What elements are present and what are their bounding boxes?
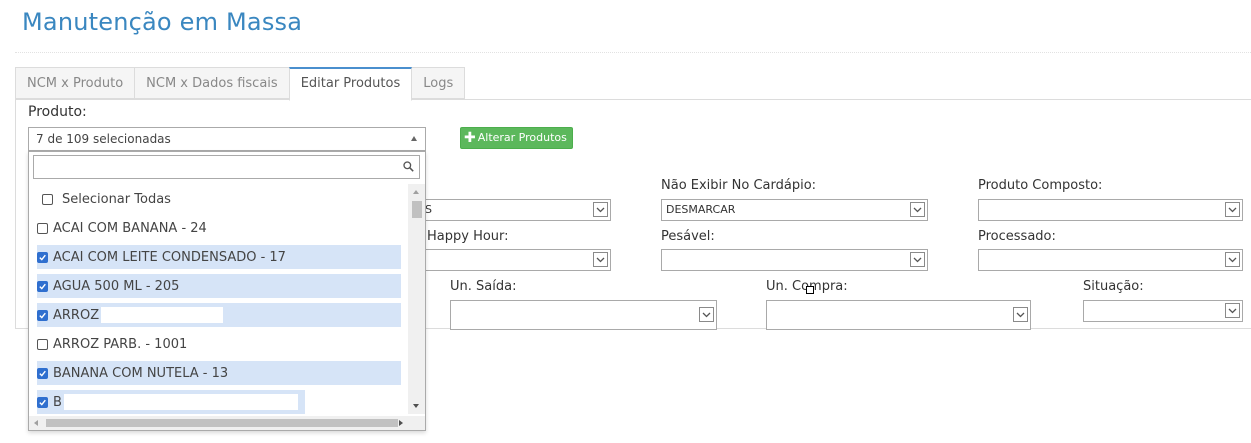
- produto-composto-select[interactable]: [978, 199, 1243, 221]
- first-column-select[interactable]: S: [420, 199, 611, 221]
- product-option[interactable]: ARROZ PARB. - 1001: [37, 332, 401, 356]
- product-multiselect[interactable]: 7 de 109 selecionadas: [28, 127, 426, 151]
- chevron-down-icon: [1013, 307, 1028, 322]
- pesavel-select[interactable]: [661, 249, 928, 271]
- chevron-down-icon: [699, 307, 714, 322]
- scroll-down-arrow-icon[interactable]: [413, 404, 419, 408]
- chevron-down-icon: [593, 252, 608, 267]
- checkbox-checked-icon[interactable]: [37, 251, 48, 263]
- chevron-down-icon: [1225, 202, 1240, 217]
- scroll-left-arrow-icon[interactable]: [34, 420, 38, 426]
- vertical-scroll-thumb[interactable]: [412, 201, 422, 218]
- product-option-label: ARROZ PARB. - 1001: [53, 336, 188, 352]
- checkbox-checked-icon[interactable]: [37, 367, 48, 379]
- tab-ncm-dados-fiscais[interactable]: NCM x Dados fiscais: [134, 67, 290, 99]
- product-option-label: BANANA COM NUTELA - 13: [53, 365, 229, 381]
- tab-ncm-produto[interactable]: NCM x Produto: [15, 67, 136, 99]
- product-search-input[interactable]: [33, 155, 420, 179]
- alter-products-button[interactable]: ✚ Alterar Produtos: [460, 127, 573, 149]
- product-option-label: ARROZ: [53, 307, 100, 323]
- checkbox-unchecked-icon[interactable]: [42, 193, 53, 205]
- product-option-label: B: [53, 394, 62, 410]
- product-option[interactable]: ACAI COM BANANA - 24: [37, 216, 401, 240]
- chevron-down-icon: [910, 252, 925, 267]
- page-title: Manutenção em Massa: [22, 8, 303, 36]
- situacao-select[interactable]: [1083, 300, 1243, 322]
- un-saida-select[interactable]: [450, 300, 717, 330]
- vertical-scrollbar[interactable]: [408, 184, 425, 414]
- product-label: Produto:: [28, 104, 87, 120]
- redacted-text: [101, 307, 224, 323]
- product-option[interactable]: ACAI COM LEITE CONDENSADO - 17: [37, 245, 401, 269]
- product-option[interactable]: BANANA COM NUTELA - 13: [37, 361, 401, 385]
- happy-hour-label: Happy Hour:: [427, 229, 509, 244]
- product-option-list: Selecionar Todas ACAI COM BANANA - 24 AC…: [29, 184, 409, 414]
- tab-bar: NCM x Produto NCM x Dados fiscais Editar…: [15, 67, 466, 101]
- processado-label: Processado:: [978, 229, 1056, 244]
- first-column-select-value: S: [425, 203, 432, 216]
- product-option[interactable]: B: [37, 390, 305, 414]
- tab-logs[interactable]: Logs: [411, 67, 466, 99]
- product-option[interactable]: AGUA 500 ML - 205: [37, 274, 401, 298]
- checkbox-checked-icon[interactable]: [37, 309, 48, 321]
- checkbox-unchecked-icon[interactable]: [37, 338, 48, 350]
- nao-exibir-label: Não Exibir No Cardápio:: [661, 178, 817, 193]
- alter-products-label: Alterar Produtos: [477, 131, 567, 144]
- product-dropdown: Selecionar Todas ACAI COM BANANA - 24 AC…: [28, 151, 426, 431]
- chevron-down-icon: [593, 202, 608, 217]
- caret-up-icon: [411, 136, 417, 141]
- scroll-up-arrow-icon[interactable]: [413, 190, 419, 194]
- chevron-down-icon: [910, 202, 925, 217]
- nao-exibir-value: DESMARCAR: [666, 203, 736, 216]
- redacted-text: [63, 394, 298, 410]
- processado-select[interactable]: [978, 249, 1243, 271]
- scroll-right-arrow-icon[interactable]: [399, 420, 403, 426]
- checkbox-checked-icon[interactable]: [37, 396, 48, 408]
- nao-exibir-select[interactable]: DESMARCAR: [661, 199, 928, 221]
- produto-composto-label: Produto Composto:: [978, 178, 1103, 193]
- select-all-label: Selecionar Todas: [62, 191, 171, 207]
- select-all-option[interactable]: Selecionar Todas: [37, 187, 401, 211]
- tab-editar-produtos[interactable]: Editar Produtos: [288, 67, 413, 101]
- product-option-label: AGUA 500 ML - 205: [53, 278, 180, 294]
- product-option[interactable]: ARROZ: [37, 303, 401, 327]
- title-divider: [15, 52, 1251, 53]
- mouse-cursor-icon: [806, 286, 814, 294]
- product-selection-summary: 7 de 109 selecionadas: [36, 132, 171, 146]
- horizontal-scrollbar[interactable]: [29, 416, 425, 430]
- un-saida-label: Un. Saída:: [450, 279, 517, 294]
- happy-hour-select[interactable]: [420, 249, 611, 271]
- search-icon: [403, 161, 414, 172]
- product-option-label: ACAI COM BANANA - 24: [53, 220, 207, 236]
- plus-icon: ✚: [464, 130, 476, 146]
- chevron-down-icon: [1225, 252, 1240, 267]
- product-option-label: ACAI COM LEITE CONDENSADO - 17: [53, 249, 286, 265]
- chevron-down-icon: [1225, 303, 1240, 318]
- horizontal-scroll-thumb[interactable]: [46, 419, 398, 427]
- checkbox-unchecked-icon[interactable]: [37, 222, 48, 234]
- un-compra-select[interactable]: [766, 300, 1031, 330]
- situacao-label: Situação:: [1083, 279, 1144, 294]
- checkbox-checked-icon[interactable]: [37, 280, 48, 292]
- pesavel-label: Pesável:: [661, 229, 715, 244]
